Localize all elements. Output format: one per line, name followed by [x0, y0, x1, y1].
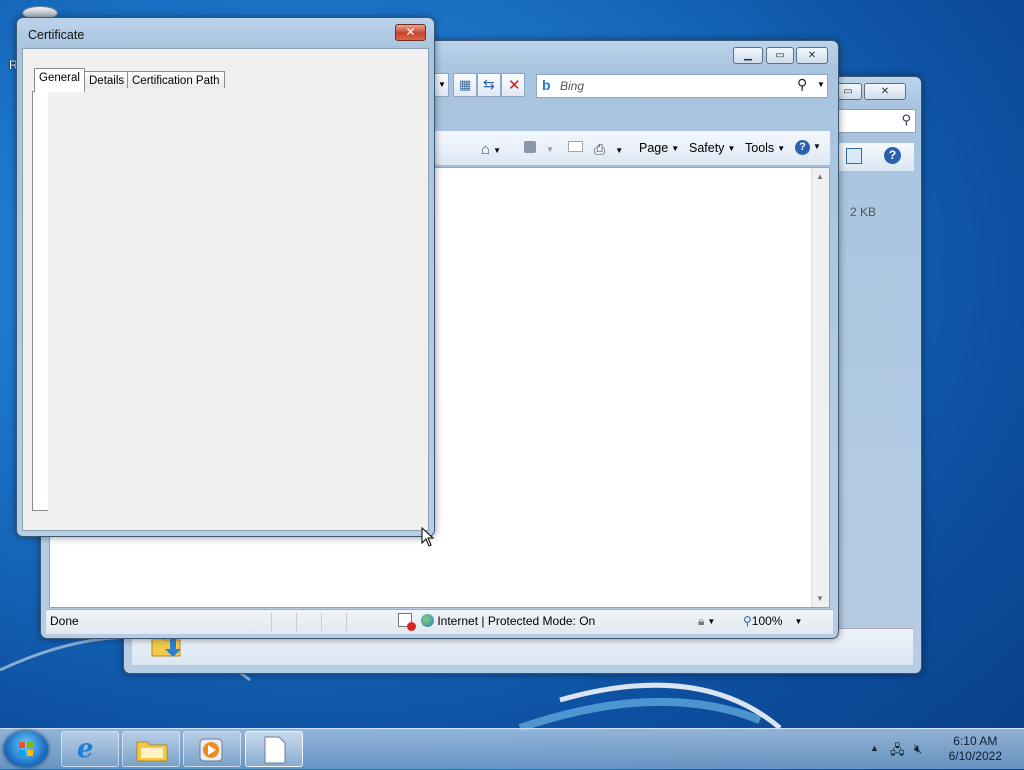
refresh-icon: ⇆ — [483, 76, 495, 92]
print-button[interactable]: ⎙ ▼ — [594, 141, 623, 158]
zoom-label: 100% — [751, 614, 783, 628]
document-icon — [264, 736, 286, 764]
taskbar-media-player[interactable] — [183, 731, 241, 767]
explorer-search-input[interactable]: ⚲ — [836, 109, 916, 133]
internet-zone[interactable]: Internet | Protected Mode: On — [421, 614, 595, 628]
bing-icon: b — [542, 77, 551, 93]
taskbar-internet-explorer[interactable]: e — [61, 731, 119, 767]
zoom-icon: ⚲ — [743, 614, 752, 628]
folder-icon — [136, 741, 168, 762]
mouse-cursor-icon — [421, 527, 435, 547]
tab-general[interactable]: General — [34, 68, 85, 92]
feeds-icon — [524, 141, 536, 153]
show-hidden-icons[interactable]: ▲ — [870, 743, 879, 753]
maximize-button[interactable]: ▭ — [766, 47, 794, 64]
popup-blocked-icon[interactable] — [398, 613, 416, 631]
security-status[interactable]: 🔒︎ ▼ — [698, 614, 715, 629]
certificate-dialog[interactable]: Certificate ✕ General Details Certificat… — [16, 17, 435, 537]
menu-safety-label: Safety — [689, 141, 725, 155]
help-button[interactable]: ? ▼ — [795, 139, 821, 155]
help-icon: ? — [795, 140, 810, 155]
compatibility-view-button[interactable]: ▦ — [453, 73, 477, 97]
search-dropdown[interactable]: ▼ — [817, 80, 825, 89]
home-button[interactable]: ⌂ ▼ — [481, 141, 501, 158]
close-button[interactable]: ✕ — [796, 47, 828, 64]
unrendered-area — [48, 88, 426, 528]
windows-orb-icon[interactable] — [4, 731, 48, 767]
menu-tools-label: Tools — [745, 141, 775, 155]
menu-page-label: Page — [639, 141, 669, 155]
close-button[interactable]: ✕ — [864, 83, 906, 100]
close-button[interactable]: ✕ — [395, 24, 426, 41]
menu-safety[interactable]: Safety ▼ — [689, 141, 735, 155]
network-icon[interactable]: 🖧︎ — [890, 741, 905, 763]
status-bar: Done Internet | Protected Mode: On 🔒︎ ▼ ⚲… — [46, 609, 833, 634]
media-player-icon — [199, 738, 223, 762]
globe-icon — [421, 614, 434, 627]
mail-icon — [568, 141, 583, 152]
feeds-button[interactable]: ▼ — [524, 141, 554, 156]
compatibility-icon: ▦ — [459, 77, 472, 92]
vertical-scrollbar[interactable]: ▲ ▼ — [811, 168, 829, 607]
clock-time: 6:10 AM — [953, 734, 998, 748]
command-bar: ⌂ ▼ ▼ ⎙ ▼ Page ▼ Safety ▼ Tools ▼ ? ▼ — [431, 131, 830, 166]
preview-pane-icon[interactable] — [846, 148, 862, 164]
stop-icon: ✕ — [508, 77, 521, 94]
minimize-button[interactable]: ▁ — [733, 47, 763, 64]
security-icon: 🔒︎ — [698, 614, 705, 628]
mail-button[interactable] — [568, 141, 583, 155]
dialog-title: Certificate — [28, 28, 85, 42]
search-placeholder: Bing — [560, 79, 585, 93]
explorer-command-bar: ? — [836, 143, 914, 171]
bing-search-input[interactable]: b Bing ⚲ ▼ — [536, 74, 828, 98]
zoom-control[interactable]: ⚲100% ▼ — [743, 614, 802, 628]
taskbar: e ▲ 🖧︎ 🔇︎ 6:10 AM 6/10/2022 — [0, 728, 1024, 769]
windows-logo — [19, 742, 33, 756]
clock-date: 6/10/2022 — [948, 749, 1002, 763]
taskbar-document[interactable] — [245, 731, 303, 767]
print-icon: ⎙ — [594, 141, 606, 157]
file-size-label: 2 KB — [850, 205, 877, 219]
zone-label: Internet | Protected Mode: On — [437, 614, 596, 628]
refresh-button[interactable]: ⇆ — [477, 73, 501, 97]
search-icon[interactable]: ⚲ — [797, 76, 807, 93]
volume-muted-icon[interactable]: 🔇︎ — [914, 741, 922, 757]
taskbar-explorer[interactable] — [122, 731, 180, 767]
stop-button[interactable]: ✕ — [501, 73, 525, 97]
status-text: Done — [50, 614, 79, 628]
home-icon: ⌂ — [481, 141, 491, 158]
system-clock[interactable]: 6:10 AM 6/10/2022 — [949, 734, 1002, 764]
internet-explorer-icon: e — [77, 734, 94, 764]
help-icon[interactable]: ? — [884, 147, 901, 164]
menu-tools[interactable]: Tools ▼ — [745, 141, 785, 155]
menu-page[interactable]: Page ▼ — [639, 141, 679, 155]
search-icon: ⚲ — [901, 112, 911, 127]
